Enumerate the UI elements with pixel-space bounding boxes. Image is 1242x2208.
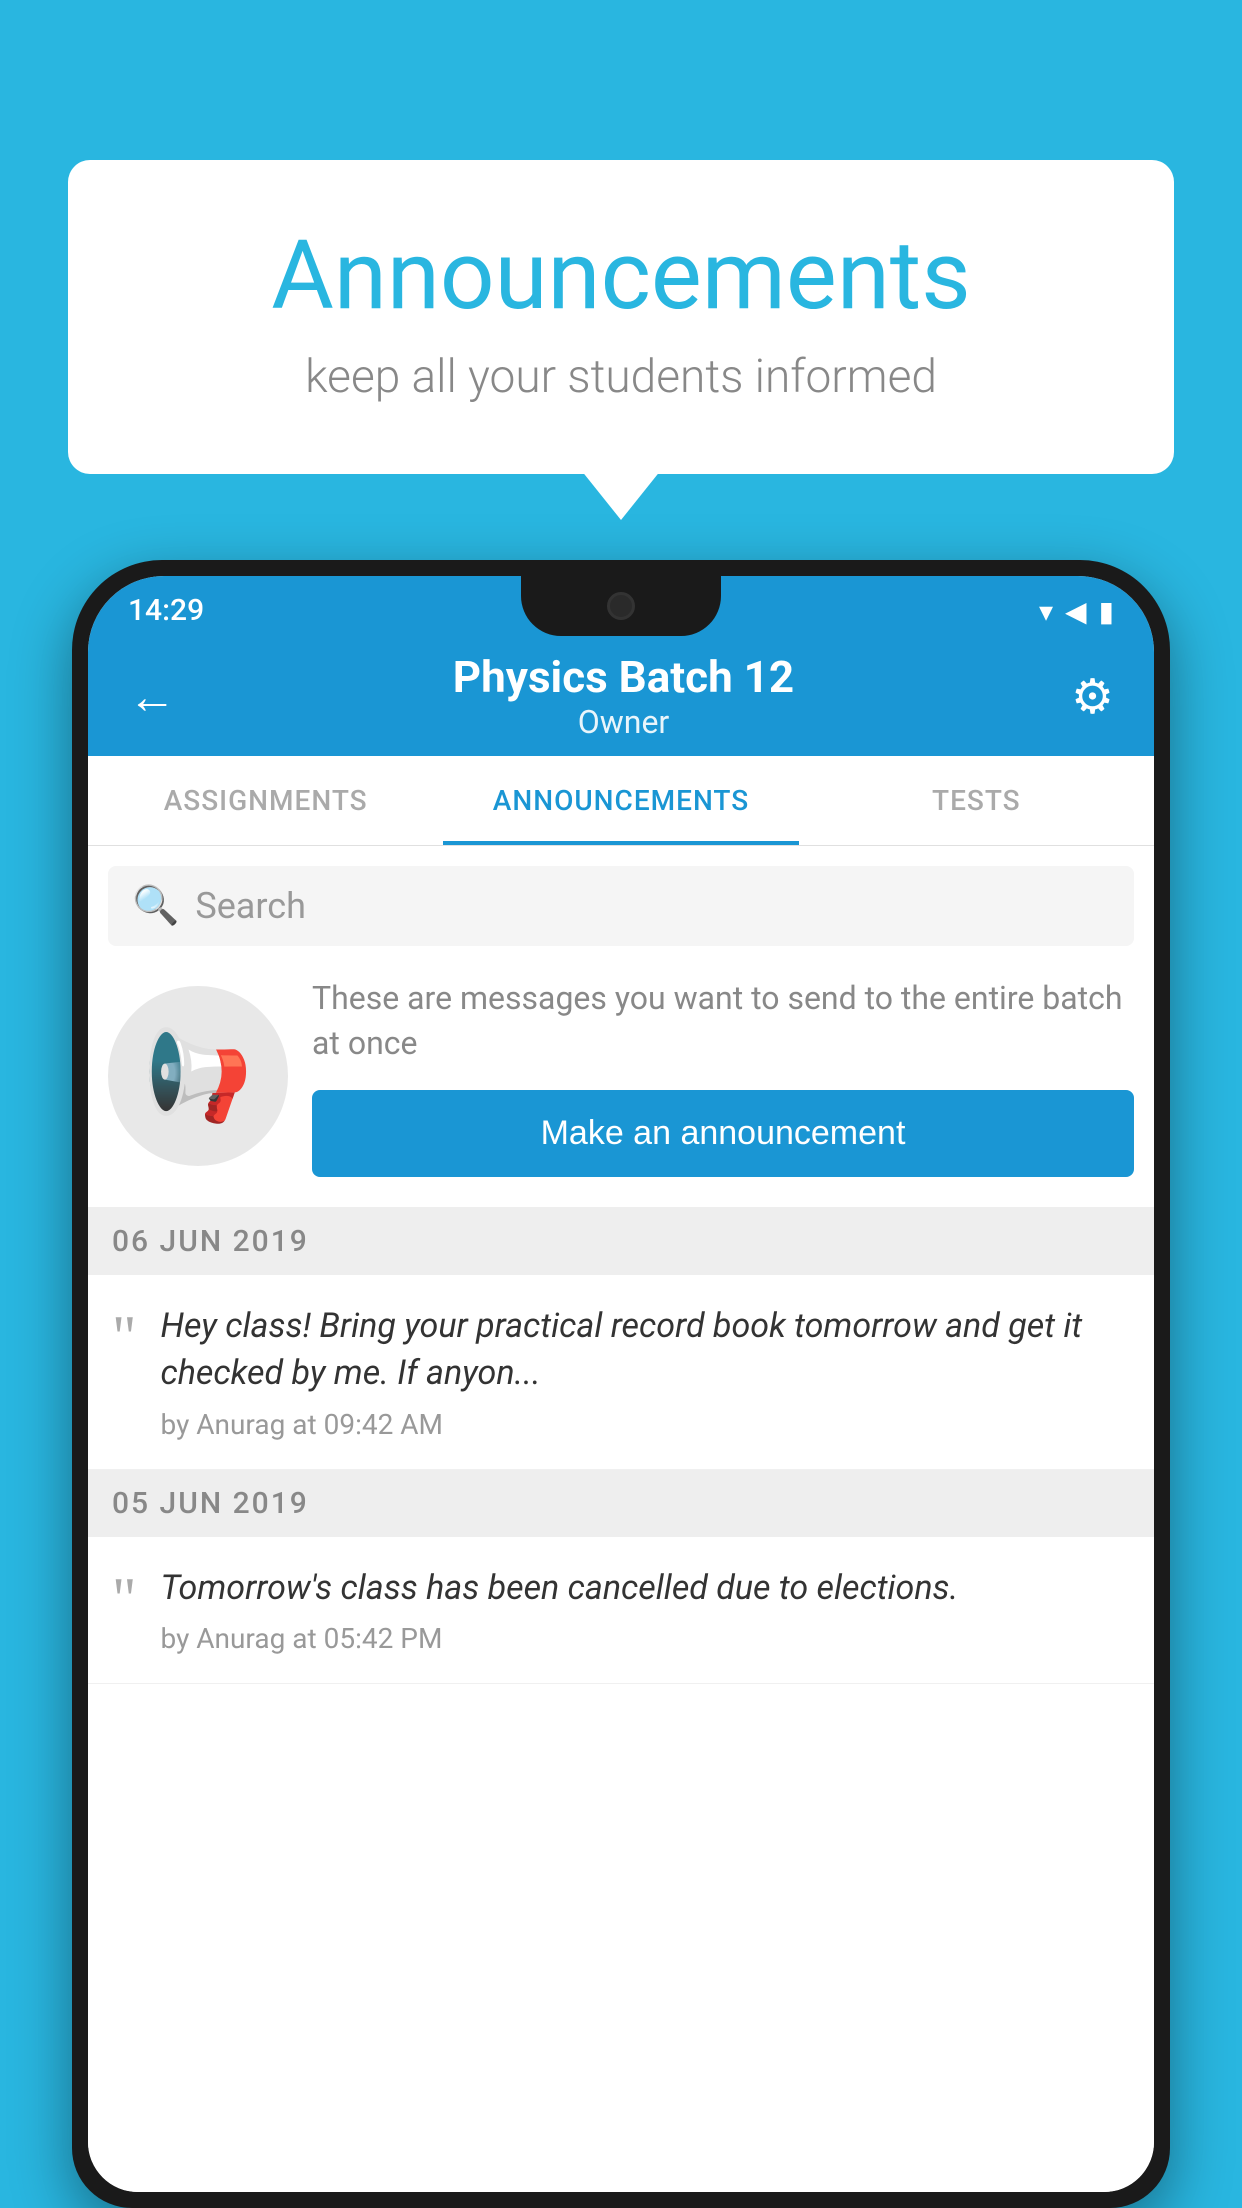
announcement-content-1: Hey class! Bring your practical record b… xyxy=(161,1303,1131,1441)
announcement-meta-2: by Anurag at 05:42 PM xyxy=(161,1622,1131,1655)
speech-bubble-container: Announcements keep all your students inf… xyxy=(68,160,1174,474)
settings-button[interactable]: ⚙ xyxy=(1061,658,1124,735)
make-announcement-button[interactable]: Make an announcement xyxy=(312,1090,1134,1177)
content-area: 🔍 Search 📢 These are messages you want t… xyxy=(88,846,1154,2192)
phone-inner: 14:29 ▾ ◀ ▮ ← Physics Batch 12 Owner ⚙ A… xyxy=(88,576,1154,2192)
status-icons: ▾ ◀ ▮ xyxy=(1039,595,1114,628)
tab-assignments[interactable]: ASSIGNMENTS xyxy=(88,756,443,845)
date-separator-2: 05 JUN 2019 xyxy=(88,1470,1154,1537)
camera xyxy=(607,592,635,620)
prompt-right: These are messages you want to send to t… xyxy=(312,976,1134,1177)
search-placeholder-text: Search xyxy=(195,885,306,927)
announcement-item-1[interactable]: " Hey class! Bring your practical record… xyxy=(88,1275,1154,1470)
megaphone-icon: 📢 xyxy=(143,1025,253,1128)
tab-announcements[interactable]: ANNOUNCEMENTS xyxy=(443,756,798,845)
search-icon: 🔍 xyxy=(132,884,179,928)
tabs-bar: ASSIGNMENTS ANNOUNCEMENTS TESTS xyxy=(88,756,1154,846)
bubble-title: Announcements xyxy=(148,220,1094,332)
announcement-content-2: Tomorrow's class has been cancelled due … xyxy=(161,1565,1131,1656)
announcement-prompt: 📢 These are messages you want to send to… xyxy=(88,946,1154,1208)
announcement-item-2[interactable]: " Tomorrow's class has been cancelled du… xyxy=(88,1537,1154,1685)
quote-icon-2: " xyxy=(112,1569,137,1629)
status-time: 14:29 xyxy=(128,593,204,628)
announcement-text-2: Tomorrow's class has been cancelled due … xyxy=(161,1565,1131,1613)
app-bar-title-group: Physics Batch 12 Owner xyxy=(186,651,1061,741)
back-button[interactable]: ← xyxy=(118,658,186,735)
app-bar: ← Physics Batch 12 Owner ⚙ xyxy=(88,636,1154,756)
date-separator-1: 06 JUN 2019 xyxy=(88,1208,1154,1275)
bubble-subtitle: keep all your students informed xyxy=(148,350,1094,404)
megaphone-circle: 📢 xyxy=(108,986,288,1166)
battery-icon: ▮ xyxy=(1099,595,1114,628)
announcement-meta-1: by Anurag at 09:42 AM xyxy=(161,1408,1131,1441)
app-bar-title: Physics Batch 12 xyxy=(186,651,1061,703)
announcement-text-1: Hey class! Bring your practical record b… xyxy=(161,1303,1131,1398)
quote-icon-1: " xyxy=(112,1307,137,1367)
phone-notch xyxy=(521,576,721,636)
tab-tests[interactable]: TESTS xyxy=(799,756,1154,845)
wifi-icon: ▾ xyxy=(1039,595,1053,628)
app-bar-subtitle: Owner xyxy=(186,703,1061,741)
prompt-description: These are messages you want to send to t… xyxy=(312,976,1134,1066)
phone-frame: 14:29 ▾ ◀ ▮ ← Physics Batch 12 Owner ⚙ A… xyxy=(72,560,1170,2208)
signal-icon: ◀ xyxy=(1065,595,1087,628)
search-bar[interactable]: 🔍 Search xyxy=(108,866,1134,946)
speech-bubble: Announcements keep all your students inf… xyxy=(68,160,1174,474)
